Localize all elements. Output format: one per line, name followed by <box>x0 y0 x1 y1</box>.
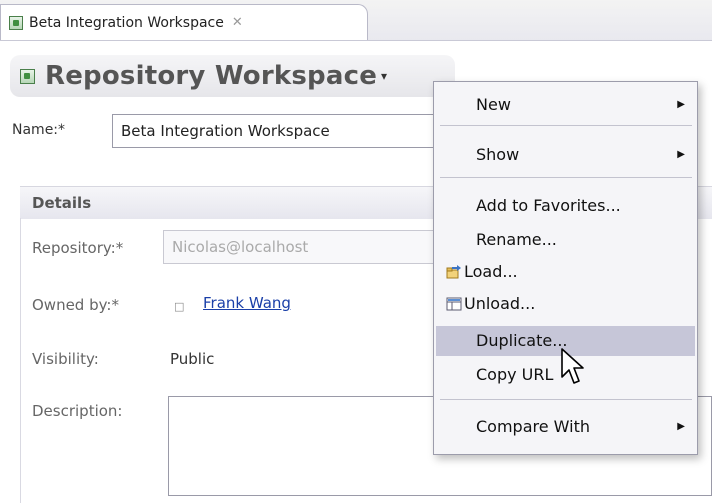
menu-item-label: Show <box>476 145 520 164</box>
page-title: Repository Workspace <box>45 61 378 91</box>
menu-item-label: Rename... <box>476 230 557 249</box>
menu-item-add-to-favorites[interactable]: Add to Favorites... <box>436 191 695 221</box>
menu-separator <box>440 399 692 400</box>
menu-item-label: Unload... <box>464 294 536 313</box>
context-menu: New ▶ Show ▶ Add to Favorites... Rename.… <box>433 81 698 455</box>
menu-item-compare-with[interactable]: Compare With ▶ <box>436 412 695 442</box>
section-divider <box>20 218 21 503</box>
tab-title: Beta Integration Workspace <box>29 14 224 31</box>
menu-item-unload[interactable]: Unload... <box>436 289 695 319</box>
user-icon: □ <box>174 300 185 313</box>
editor-tab-strip: Beta Integration Workspace ✕ <box>0 0 712 41</box>
submenu-arrow-icon: ▶ <box>677 421 685 432</box>
close-icon[interactable]: ✕ <box>232 15 243 30</box>
load-icon <box>446 265 461 279</box>
menu-item-label: Copy URL <box>476 365 554 384</box>
menu-item-new[interactable]: New ▶ <box>436 90 695 120</box>
menu-item-label: New <box>476 95 511 114</box>
section-title: Details <box>32 194 92 212</box>
menu-separator <box>440 125 692 126</box>
mouse-cursor-icon <box>561 348 584 384</box>
menu-item-load[interactable]: Load... <box>436 257 695 287</box>
visibility-value: Public <box>170 350 215 368</box>
chevron-down-icon[interactable]: ▾ <box>381 69 387 83</box>
workspace-icon <box>9 15 23 30</box>
owned-by-label: Owned by:* <box>32 296 119 314</box>
owner-link[interactable]: Frank Wang <box>203 294 291 312</box>
menu-item-label: Compare With <box>476 417 590 436</box>
visibility-label: Visibility: <box>32 350 99 368</box>
repository-label: Repository:* <box>32 239 124 257</box>
submenu-arrow-icon: ▶ <box>677 99 685 110</box>
editor-header[interactable]: Repository Workspace ▾ <box>10 55 455 97</box>
name-field[interactable] <box>112 114 452 148</box>
menu-item-label: Add to Favorites... <box>476 196 621 215</box>
menu-item-rename[interactable]: Rename... <box>436 225 695 255</box>
editor-tab[interactable]: Beta Integration Workspace ✕ <box>0 4 368 40</box>
workspace-icon <box>20 68 35 84</box>
repository-field: Nicolas@localhost <box>163 230 463 264</box>
menu-separator <box>440 177 692 178</box>
menu-item-label: Load... <box>464 262 518 281</box>
unload-icon <box>446 297 462 311</box>
name-label: Name:* <box>12 122 66 138</box>
submenu-arrow-icon: ▶ <box>677 149 685 160</box>
menu-item-label: Duplicate... <box>476 331 568 350</box>
menu-item-show[interactable]: Show ▶ <box>436 140 695 170</box>
description-label: Description: <box>32 402 123 420</box>
